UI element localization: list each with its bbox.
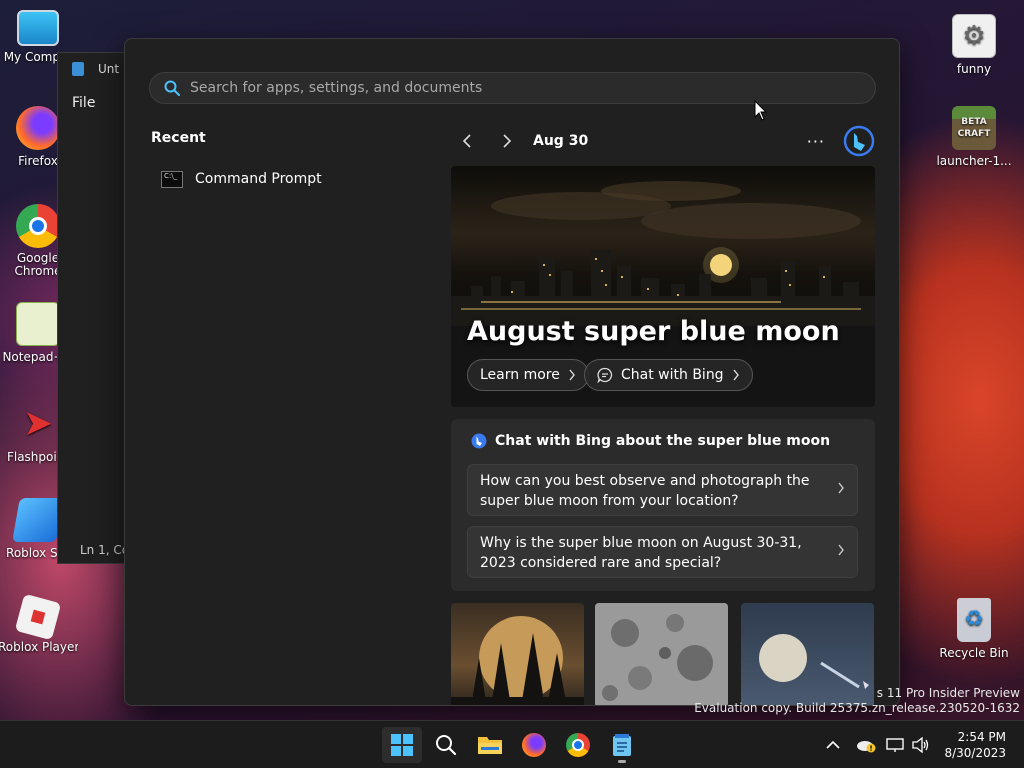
firefox-taskbar-button[interactable] [514,727,554,763]
windows-logo-icon [391,734,413,756]
clock[interactable]: 2:54 PM 8/30/2023 [944,729,1006,761]
command-prompt-icon: C:\_ [161,170,183,188]
chat-card-heading: Chat with Bing about the super blue moon [495,433,831,449]
learn-more-button[interactable]: Learn more [467,359,589,391]
clock-time: 2:54 PM [957,730,1006,744]
network-icon[interactable] [886,737,905,753]
notepad-taskbar-button[interactable] [602,727,642,763]
start-menu: Recent C:\_ Command Prompt Aug 30 ··· [124,38,900,706]
mouse-cursor-icon [754,100,768,121]
chevron-right-icon [733,369,739,381]
suggestion-text: How can you best observe and photograph … [480,473,810,509]
monitor-icon [17,10,59,46]
os-watermark: s 11 Pro Insider Preview Evaluation copy… [694,686,1020,716]
chat-with-bing-button[interactable]: Chat with Bing [584,359,753,391]
chat-with-bing-label: Chat with Bing [621,367,724,383]
search-icon [436,735,457,756]
notepad-icon [613,734,631,756]
notepad-title: Unt [98,62,120,76]
betacraft-icon: BETA CRAFT [952,106,996,150]
chevron-right-icon [838,482,844,494]
bing-icon [471,433,487,449]
menu-file[interactable]: File [72,95,95,111]
roblox-player-icon [14,593,62,641]
search-taskbar-button[interactable] [426,727,466,763]
clock-date: 8/30/2023 [944,746,1006,760]
suggestion-text: Why is the super blue moon on August 30-… [480,535,802,571]
widget-nav: Aug 30 ··· [451,125,875,157]
hero-card[interactable]: August super blue moon Learn more Chat w… [451,166,875,407]
start-button[interactable] [382,727,422,763]
desktop-icon-recycle-bin[interactable]: ♻ Recycle Bin [934,598,1014,660]
settings-file-icon: ⚙ [952,14,996,58]
search-icon [164,80,180,96]
hero-title: August super blue moon [467,316,840,347]
running-indicator [618,760,626,763]
file-explorer-button[interactable] [470,727,510,763]
chevron-left-icon [462,134,471,148]
firefox-icon [16,106,60,150]
desktop-icon-funny[interactable]: ⚙ funny [934,14,1014,76]
desktop-icon-label: Roblox Player [0,640,78,654]
learn-more-label: Learn more [480,367,560,383]
chrome-icon [16,204,60,248]
chrome-taskbar-button[interactable] [558,727,598,763]
chat-bubble-icon [597,367,613,383]
suggestion-item[interactable]: Why is the super blue moon on August 30-… [467,526,858,578]
moon-trees-image [451,616,584,705]
desktop-icon-label: Recycle Bin [939,646,1009,660]
recent-item-label: Command Prompt [195,171,322,187]
recent-heading: Recent [151,130,206,146]
next-button[interactable] [491,125,523,157]
recent-item-command-prompt[interactable]: C:\_ Command Prompt [151,163,421,195]
desktop-icon-roblox-player[interactable]: Roblox Player [0,593,78,654]
chevron-right-icon [838,544,844,556]
desktop-icon-launcher[interactable]: BETA CRAFT launcher-1... [934,106,1014,168]
suggestion-item[interactable]: How can you best observe and photograph … [467,464,858,516]
bing-chat-card: Chat with Bing about the super blue moon… [451,419,875,591]
onedrive-warning-icon[interactable] [856,737,876,753]
image-thumbnail[interactable] [451,603,584,705]
taskbar: 2:54 PM 8/30/2023 [0,720,1024,768]
bing-logo-icon[interactable] [843,125,875,157]
notepad-icon [72,62,84,76]
watermark-line-2: Evaluation copy. Build 25375.zn_release.… [694,701,1020,715]
firefox-icon [522,733,546,757]
desktop-icon-label: funny [956,62,992,76]
notepadpp-icon [16,302,60,346]
previous-button[interactable] [451,125,483,157]
volume-icon[interactable] [912,737,930,753]
chevron-up-icon[interactable] [826,740,841,750]
desktop-icon-label: launcher-1... [936,154,1012,168]
chevron-right-icon [503,134,512,148]
widget-date: Aug 30 [533,133,589,149]
watermark-line-1: s 11 Pro Insider Preview [876,686,1020,700]
recycle-bin-icon: ♻ [957,598,991,642]
chrome-icon [566,733,590,757]
folder-icon [478,737,502,754]
chevron-right-icon [569,369,575,381]
flashpoint-icon: ➤ [22,403,54,444]
system-tray: 2:54 PM 8/30/2023 [826,721,1024,768]
search-input[interactable] [190,80,875,96]
more-options-button[interactable]: ··· [807,132,825,151]
